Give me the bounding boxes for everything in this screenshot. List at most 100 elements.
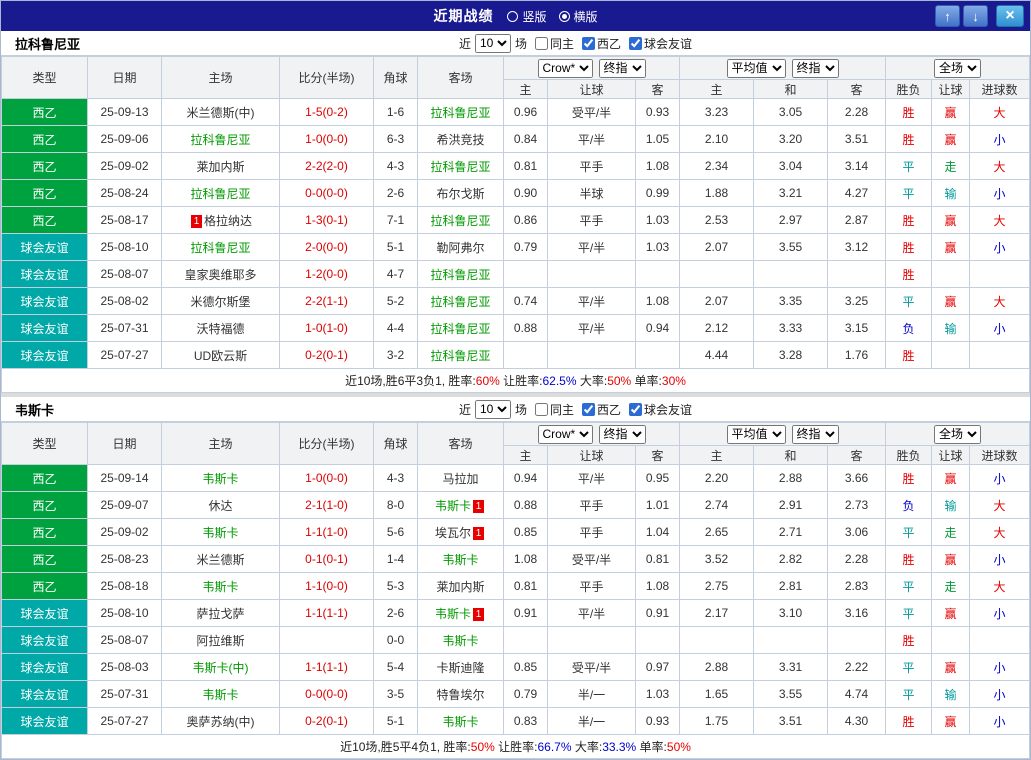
col-avg-away: 客 [827, 79, 887, 99]
col-type: 类型 [1, 56, 88, 99]
odds-home [503, 626, 548, 654]
match-date: 25-08-07 [87, 626, 162, 654]
odds-handicap: 半球 [547, 179, 636, 207]
result-goals: 小 [969, 125, 1030, 153]
avg-final-select[interactable]: 终指 [791, 58, 839, 78]
avg-home: 1.75 [679, 707, 755, 735]
move-up-button[interactable]: ↑ [935, 5, 960, 27]
odds-away: 0.93 [634, 707, 681, 735]
avg-draw: 2.82 [753, 545, 829, 573]
odds-final-select[interactable]: 终指 [598, 424, 646, 444]
odds-handicap [547, 626, 636, 654]
result-wdl: 胜 [885, 98, 933, 126]
summary-row: 近10场,胜5平4负1, 胜率:50% 让胜率:66.7% 大率:33.3% 单… [1, 734, 1030, 759]
avg-away: 3.14 [827, 152, 887, 180]
avg-home: 4.44 [679, 341, 755, 369]
summary-segment: 33.3% [602, 740, 637, 754]
league-checkbox[interactable] [582, 36, 595, 50]
col-result-goals: 进球数 [969, 445, 1030, 465]
match-type-cell: 球会友谊 [1, 626, 88, 654]
same-home-filter[interactable]: 同主 [534, 401, 574, 418]
avg-draw: 2.71 [753, 518, 829, 546]
odds-away [634, 260, 681, 288]
same-home-checkbox[interactable] [534, 402, 548, 416]
friendly-checkbox[interactable] [629, 36, 643, 50]
match-score: 1-1(0-0) [279, 572, 374, 600]
league-filter[interactable]: 西乙 [582, 35, 621, 52]
result-wdl: 负 [885, 491, 933, 519]
match-type-badge: 西乙 [2, 546, 87, 572]
away-team: 拉科鲁尼亚 [417, 341, 504, 369]
corner-score: 5-6 [373, 518, 418, 546]
odds-away: 0.81 [634, 545, 681, 573]
move-down-button[interactable]: ↓ [963, 5, 988, 27]
rounds-select[interactable]: 10 [474, 33, 511, 53]
team-label: 格拉纳达 [203, 213, 252, 228]
avg-home: 2.53 [679, 206, 755, 234]
away-team: 特鲁埃尔 [417, 680, 504, 708]
corner-score: 5-3 [373, 572, 418, 600]
avg-home: 2.20 [679, 464, 755, 492]
result-goals: 大 [969, 287, 1030, 315]
home-team: 韦斯卡 [161, 572, 280, 600]
home-team: 米德尔斯堡 [161, 287, 280, 315]
odds-source-select[interactable]: Crow* [537, 58, 593, 78]
match-date: 25-08-10 [87, 233, 162, 261]
horizontal-layout-radio[interactable]: 横版 [558, 8, 598, 25]
odds-source-select[interactable]: Crow* [537, 424, 593, 444]
odds-handicap: 受平/半 [547, 653, 636, 681]
match-row: 西乙 25-08-17 1 格拉纳达 1-3(0-1) 7-1 拉科鲁尼亚 0.86 平手 1.0… [1, 206, 1030, 234]
friendly-filter[interactable]: 球会友谊 [629, 35, 692, 52]
match-date: 25-08-23 [87, 545, 162, 573]
col-avg-home: 主 [679, 79, 755, 99]
same-home-filter[interactable]: 同主 [534, 35, 574, 52]
rounds-select[interactable]: 10 [474, 399, 511, 419]
match-type-cell: 球会友谊 [1, 287, 88, 315]
match-type-cell: 西乙 [1, 98, 88, 126]
odds-home: 0.74 [503, 287, 548, 315]
scope-select[interactable]: 全场 [934, 424, 982, 444]
summary-segment: 大率: [571, 740, 603, 754]
match-type-badge: 西乙 [2, 180, 87, 206]
avg-final-select[interactable]: 终指 [791, 424, 839, 444]
same-home-checkbox[interactable] [534, 36, 548, 50]
result-goals: 大 [969, 152, 1030, 180]
corner-score: 5-4 [373, 653, 418, 681]
avg-source-select[interactable]: 平均值 [726, 58, 786, 78]
result-handicap [931, 626, 971, 654]
avg-home: 2.07 [679, 287, 755, 315]
odds-final-select[interactable]: 终指 [598, 58, 646, 78]
result-handicap: 输 [931, 680, 971, 708]
avg-draw [753, 626, 829, 654]
corner-score: 5-1 [373, 233, 418, 261]
odds-away: 1.01 [634, 491, 681, 519]
result-handicap: 走 [931, 152, 971, 180]
team-label: 拉科鲁尼亚 [430, 321, 491, 336]
home-team: 休达 [161, 491, 280, 519]
team-label: 萨拉戈萨 [196, 606, 245, 621]
league-filter[interactable]: 西乙 [582, 401, 621, 418]
odds-handicap: 半/一 [547, 707, 636, 735]
match-date: 25-09-07 [87, 491, 162, 519]
odds-home: 0.86 [503, 206, 548, 234]
team-label: 阿拉维斯 [196, 633, 245, 648]
radio-selected-icon [558, 10, 570, 22]
result-handicap: 赢 [931, 545, 971, 573]
odds-handicap: 平手 [547, 572, 636, 600]
avg-source-select[interactable]: 平均值 [726, 424, 786, 444]
result-goals [969, 260, 1030, 288]
result-goals: 小 [969, 707, 1030, 735]
odds-handicap: 平手 [547, 518, 636, 546]
match-type-badge: 西乙 [2, 153, 87, 179]
result-wdl: 胜 [885, 545, 933, 573]
friendly-checkbox[interactable] [629, 402, 643, 416]
team-label: 拉科鲁尼亚 [190, 240, 251, 255]
vertical-layout-radio[interactable]: 竖版 [507, 8, 547, 25]
matches-label: 场 [514, 402, 527, 417]
scope-select[interactable]: 全场 [934, 58, 982, 78]
summary-segment: 让胜率: [499, 374, 543, 388]
close-button[interactable]: × [996, 5, 1024, 27]
odds-home: 1.08 [503, 545, 548, 573]
league-checkbox[interactable] [582, 402, 595, 416]
friendly-filter[interactable]: 球会友谊 [629, 401, 692, 418]
